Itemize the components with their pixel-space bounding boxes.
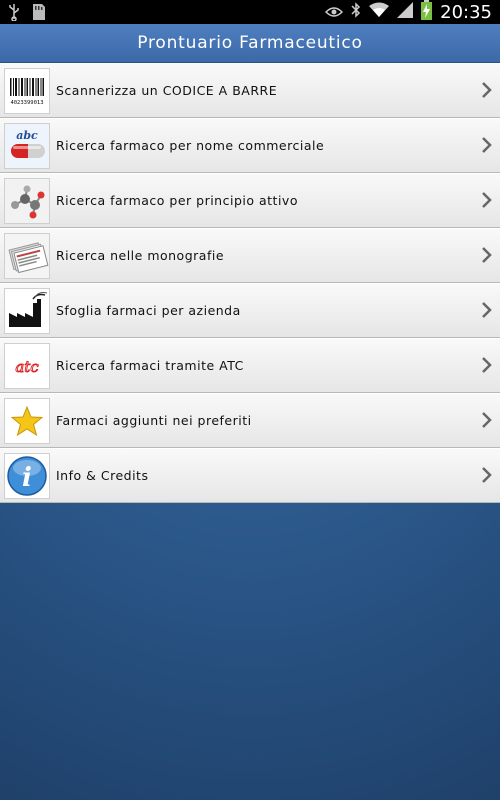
eye-icon xyxy=(325,3,344,22)
menu-item-search-by-atc[interactable]: atc Ricerca farmaci tramite ATC xyxy=(0,338,500,393)
menu-item-label: Info & Credits xyxy=(56,468,149,483)
page-title: Prontuario Farmaceutico xyxy=(137,33,363,53)
chevron-right-icon xyxy=(482,467,492,483)
wifi-icon xyxy=(369,2,390,22)
atc-icon: atc xyxy=(4,343,50,389)
menu-item-label: Sfoglia farmaci per azienda xyxy=(56,303,241,318)
menu-item-info-credits[interactable]: i Info & Credits xyxy=(0,448,500,503)
star-icon xyxy=(4,398,50,444)
menu-item-search-by-active-ingredient[interactable]: Ricerca farmaco per principio attivo xyxy=(0,173,500,228)
menu-item-label: Ricerca farmaci tramite ATC xyxy=(56,358,244,373)
barcode-icon: 4023399013 xyxy=(4,68,50,114)
factory-icon xyxy=(4,288,50,334)
barcode-number: 4023399013 xyxy=(10,100,43,106)
chevron-right-icon xyxy=(482,137,492,153)
menu-item-favorites[interactable]: Farmaci aggiunti nei preferiti xyxy=(0,393,500,448)
chevron-right-icon xyxy=(482,357,492,373)
abc-icon-text: abc xyxy=(16,129,38,142)
menu-item-search-monographs[interactable]: Ricerca nelle monografie xyxy=(0,228,500,283)
status-bar: 20:35 xyxy=(0,0,500,24)
chevron-right-icon xyxy=(482,302,492,318)
signal-icon xyxy=(397,2,414,22)
battery-charging-icon xyxy=(421,0,433,24)
app-header: Prontuario Farmaceutico xyxy=(0,24,500,63)
usb-icon xyxy=(8,3,20,25)
menu-item-label: Ricerca farmaco per nome commerciale xyxy=(56,138,325,153)
chevron-right-icon xyxy=(482,192,492,208)
chevron-right-icon xyxy=(482,247,492,263)
menu-item-barcode-scan[interactable]: 4023399013 Scannerizza un CODICE A BARRE xyxy=(0,63,500,118)
abc-pill-icon: abc xyxy=(4,123,50,169)
menu-item-label: Scannerizza un CODICE A BARRE xyxy=(56,83,278,98)
menu-item-search-by-name[interactable]: abc Ricerca farmaco per nome commerciale xyxy=(0,118,500,173)
menu-item-label: Farmaci aggiunti nei preferiti xyxy=(56,413,252,428)
chevron-right-icon xyxy=(482,82,492,98)
info-icon: i xyxy=(4,453,50,499)
menu-item-label: Ricerca farmaco per principio attivo xyxy=(56,193,298,208)
menu-item-label: Ricerca nelle monografie xyxy=(56,248,225,263)
main-menu: 4023399013 Scannerizza un CODICE A BARRE… xyxy=(0,63,500,503)
sd-card-icon xyxy=(32,3,46,25)
documents-icon xyxy=(4,233,50,279)
bluetooth-icon xyxy=(351,2,361,22)
chevron-right-icon xyxy=(482,412,492,428)
atc-icon-text: atc xyxy=(15,358,39,376)
molecule-icon xyxy=(4,178,50,224)
menu-item-browse-by-company[interactable]: Sfoglia farmaci per azienda xyxy=(0,283,500,338)
clock: 20:35 xyxy=(440,1,492,23)
info-icon-text: i xyxy=(22,463,32,493)
